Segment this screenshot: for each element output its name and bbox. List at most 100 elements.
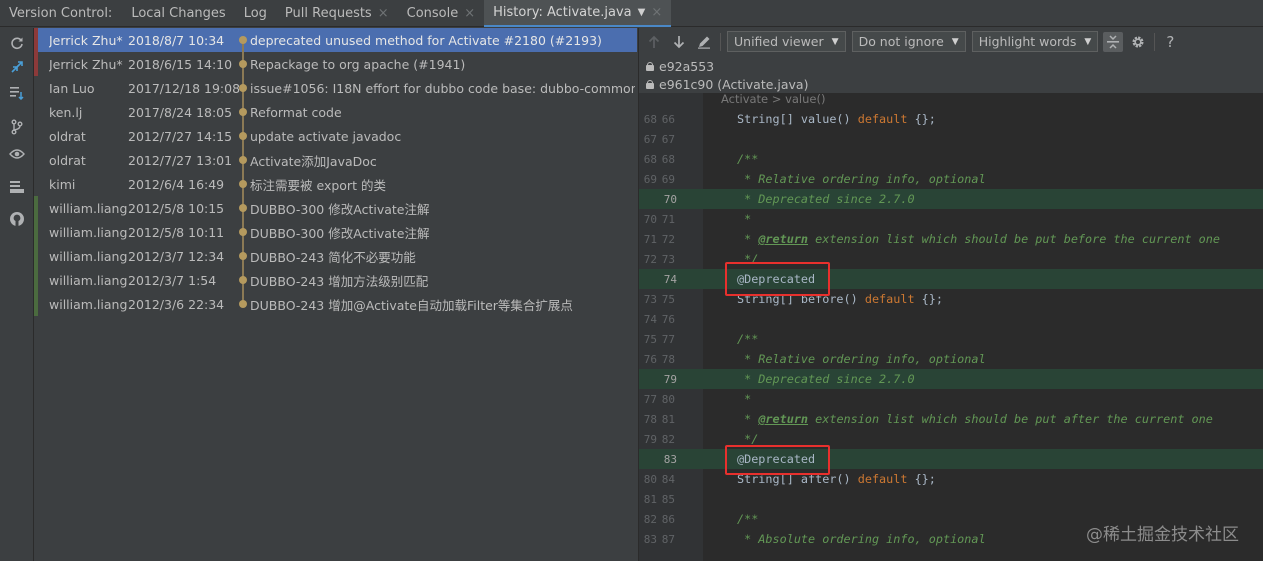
code-text: * @return extension list which should be… xyxy=(737,232,1220,246)
eye-icon[interactable] xyxy=(8,145,26,163)
commit-message: Repackage to org apache (#1941) xyxy=(250,56,466,72)
new-line-number: 76 xyxy=(661,312,675,326)
old-line-number: 83 xyxy=(643,532,657,546)
line-numbers: 82 86 xyxy=(639,509,703,529)
watermark-text: @稀土掘金技术社区 xyxy=(1086,525,1239,545)
code-text: */ xyxy=(737,432,759,446)
tab-label: History: Activate.java xyxy=(493,4,632,20)
commit-row[interactable]: william.liangf 2012/3/7 12:34 DUBBO-243 简化… xyxy=(34,244,637,268)
commit-message: Activate添加JavaDoc xyxy=(250,153,377,169)
commit-stripe xyxy=(34,148,38,172)
commit-row[interactable]: william.liangf 2012/3/7 1:54 DUBBO-243 增加方… xyxy=(34,268,637,292)
close-icon[interactable]: × xyxy=(464,6,475,21)
commit-stripe xyxy=(34,268,38,292)
new-line-number: 72 xyxy=(661,232,675,246)
commit-row[interactable]: oldrat 2012/7/27 14:15 update activate jav… xyxy=(34,124,637,148)
code-line-added: 70 * Deprecated since 2.7.0 xyxy=(639,189,1263,209)
new-line-number: 81 xyxy=(661,412,675,426)
commit-row[interactable]: william.liangf 2012/5/8 10:15 DUBBO-300 修改… xyxy=(34,196,637,220)
commit-stripe xyxy=(34,76,38,100)
commit-date: 2012/3/7 1:54 xyxy=(128,272,217,288)
lock-icon xyxy=(646,79,654,89)
breadcrumb[interactable]: Activate > value() xyxy=(639,93,1263,107)
tab-pull-requests[interactable]: Pull Requests × xyxy=(276,0,398,27)
code-line: 78 81 * @return extension list which shou… xyxy=(639,409,1263,429)
commit-author: william.liangf xyxy=(49,200,127,216)
old-line-number: 82 xyxy=(643,512,657,526)
commit-stripe xyxy=(34,220,38,244)
commit-graph-node xyxy=(237,76,249,100)
viewer-mode-select[interactable]: Unified viewer ▼ xyxy=(727,31,846,52)
old-line-number: 75 xyxy=(643,332,657,346)
tab-label: Log xyxy=(243,5,267,21)
tab-local-changes[interactable]: Local Changes xyxy=(122,0,234,27)
commit-row[interactable]: ken.lj 2017/8/24 18:05 Reformat code xyxy=(34,100,637,124)
branch-icon[interactable] xyxy=(8,118,26,136)
chevron-down-icon[interactable]: ▼ xyxy=(638,7,646,18)
commit-stripe xyxy=(34,196,38,220)
lock-icon xyxy=(646,61,654,71)
commit-graph-node xyxy=(237,148,249,172)
commit-row[interactable]: Jerrick Zhu* 2018/6/15 14:10 Repackage to … xyxy=(34,52,637,76)
commit-author: oldrat xyxy=(49,152,86,168)
collapse-unchanged-icon[interactable] xyxy=(1103,31,1124,52)
code-text: /** xyxy=(737,152,759,166)
old-line-number: 68 xyxy=(643,112,657,126)
commit-author: william.liangf xyxy=(49,296,127,312)
new-line-number: 77 xyxy=(661,332,675,346)
chevron-down-icon: ▼ xyxy=(1084,36,1092,47)
commit-date: 2012/3/6 22:34 xyxy=(128,296,225,312)
commit-row[interactable]: william.liangf 2012/5/8 10:11 DUBBO-300 修改… xyxy=(34,220,637,244)
close-icon[interactable]: × xyxy=(651,5,662,20)
commit-row[interactable]: oldrat 2012/7/27 13:01 Activate添加JavaDoc xyxy=(34,148,637,172)
new-line-number: 80 xyxy=(661,392,675,406)
commit-graph-node xyxy=(237,28,249,52)
commit-graph-node xyxy=(237,292,249,316)
github-icon[interactable] xyxy=(8,210,26,228)
gear-icon[interactable] xyxy=(1128,32,1148,52)
arrow-up-icon[interactable] xyxy=(644,32,664,52)
arrow-down-icon[interactable] xyxy=(669,32,689,52)
code-line: 70 71 * xyxy=(639,209,1263,229)
tab-console[interactable]: Console × xyxy=(398,0,485,27)
revision-left: e92a553 xyxy=(646,57,714,75)
merge-icon[interactable] xyxy=(8,83,26,101)
commit-stripe xyxy=(34,292,38,316)
commit-graph-node xyxy=(237,220,249,244)
new-line-number: 85 xyxy=(661,492,675,506)
layout-icon[interactable] xyxy=(8,178,26,196)
commit-stripe xyxy=(34,124,38,148)
diff-toolbar: Unified viewer ▼ Do not ignore ▼ Highlight… xyxy=(639,28,1263,55)
revision-right: e961c90 (Activate.java) xyxy=(646,75,808,93)
new-line-number: 74 xyxy=(663,272,677,286)
tab-label: Console xyxy=(406,5,459,21)
commit-row[interactable]: Jerrick Zhu* 2018/8/7 10:34 deprecated unu… xyxy=(34,28,637,52)
code-text: String[] value() default {}; xyxy=(737,112,936,126)
edit-icon[interactable] xyxy=(694,32,714,52)
whitespace-ignore-select[interactable]: Do not ignore ▼ xyxy=(851,31,966,52)
code-line: 68 68 /** xyxy=(639,149,1263,169)
commit-date: 2017/8/24 18:05 xyxy=(128,104,233,120)
help-icon[interactable]: ? xyxy=(1160,32,1180,52)
tab-history-activate[interactable]: History: Activate.java ▼ × xyxy=(484,0,672,27)
tab-log[interactable]: Log xyxy=(235,0,276,27)
old-line-number: 79 xyxy=(643,432,657,446)
highlight-mode-select[interactable]: Highlight words ▼ xyxy=(971,31,1099,52)
diff-icon[interactable] xyxy=(8,58,26,76)
commit-stripe xyxy=(34,172,38,196)
tab-label: Pull Requests xyxy=(284,5,372,21)
code-text: * xyxy=(737,212,752,226)
code-text: * Relative ordering info, optional xyxy=(737,172,986,186)
commit-row[interactable]: Ian Luo 2017/12/18 19:08 issue#1056: I18N … xyxy=(34,76,637,100)
commit-row[interactable]: william.liangf 2012/3/6 22:34 DUBBO-243 增加… xyxy=(34,292,637,316)
refresh-icon[interactable] xyxy=(8,34,26,52)
commit-date: 2012/7/27 13:01 xyxy=(128,152,233,168)
code-line: 74 76 xyxy=(639,309,1263,329)
commit-graph-node xyxy=(237,100,249,124)
code-editor[interactable]: Activate > value() 68 66 String[] value() … xyxy=(639,93,1263,561)
commit-author: kimi xyxy=(49,176,76,192)
line-numbers: 70 71 xyxy=(639,209,703,229)
code-line: 75 77 /** xyxy=(639,329,1263,349)
commit-row[interactable]: kimi 2012/6/4 16:49 标注需要被 export 的类 xyxy=(34,172,637,196)
close-icon[interactable]: × xyxy=(378,6,389,21)
